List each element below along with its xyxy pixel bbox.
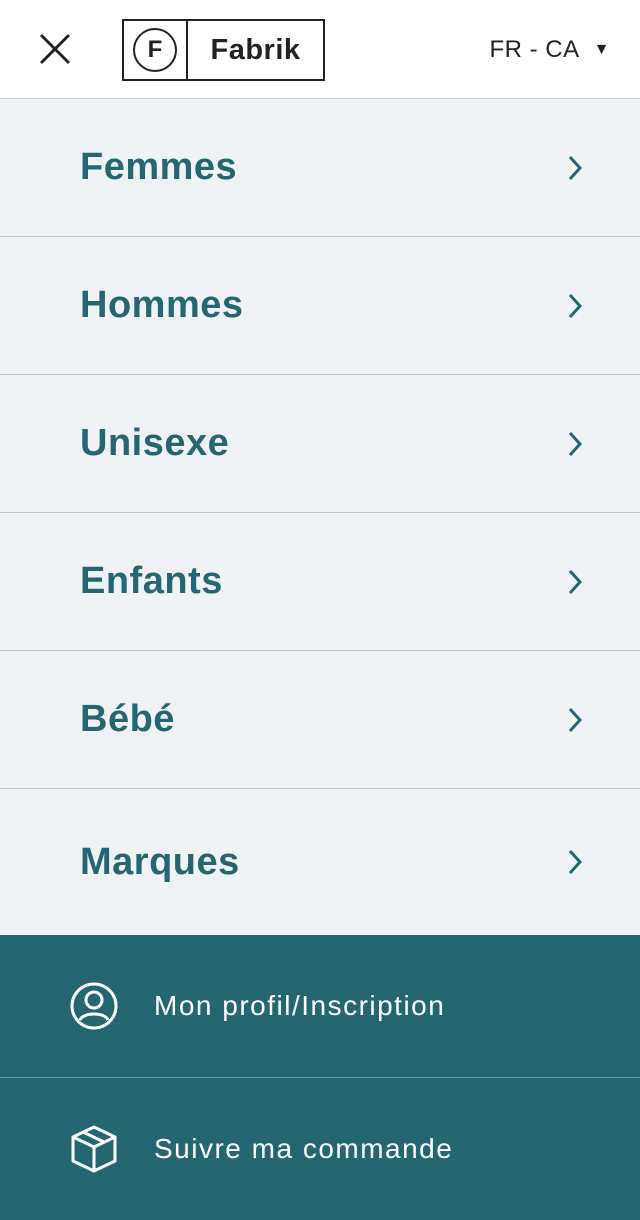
chevron-right-icon <box>568 293 583 318</box>
menu-item-label: Marques <box>80 840 240 883</box>
category-menu: Femmes Hommes Unisexe Enfants Bébé Marqu… <box>0 99 640 935</box>
menu-item-label: Unisexe <box>80 422 230 464</box>
menu-item-unisexe[interactable]: Unisexe <box>0 375 640 513</box>
chevron-right-icon <box>568 431 583 456</box>
menu-item-label: Bébé <box>80 698 175 740</box>
caret-down-icon: ▼ <box>593 41 610 58</box>
header: F Fabrik FR - CA ▼ <box>0 0 640 99</box>
logo-letter: F <box>133 28 177 72</box>
chevron-right-icon <box>568 569 583 594</box>
menu-item-label: Hommes <box>80 284 244 326</box>
menu-item-label: Femmes <box>80 146 238 188</box>
menu-item-bebe[interactable]: Bébé <box>0 651 640 789</box>
package-icon <box>68 1123 120 1175</box>
chevron-right-icon <box>568 849 583 875</box>
chevron-right-icon <box>568 707 583 732</box>
close-button[interactable] <box>30 26 80 72</box>
menu-item-marques[interactable]: Marques <box>0 789 640 935</box>
profile-label: Mon profil/Inscription <box>154 990 446 1021</box>
close-icon <box>39 33 71 65</box>
chevron-right-icon <box>568 155 583 180</box>
language-label: FR - CA <box>489 36 580 63</box>
logo-mark: F <box>124 21 188 79</box>
menu-item-enfants[interactable]: Enfants <box>0 513 640 651</box>
logo[interactable]: F Fabrik <box>122 19 325 81</box>
language-selector[interactable]: FR - CA ▼ <box>489 32 610 68</box>
track-order-label: Suivre ma commande <box>154 1133 454 1164</box>
menu-item-hommes[interactable]: Hommes <box>0 237 640 375</box>
track-order-link[interactable]: Suivre ma commande <box>0 1077 640 1220</box>
account-footer: Mon profil/Inscription Suivre ma command… <box>0 935 640 1220</box>
profile-link[interactable]: Mon profil/Inscription <box>0 935 640 1077</box>
user-icon <box>68 980 120 1032</box>
logo-wordmark: Fabrik <box>210 33 301 66</box>
menu-item-label: Enfants <box>80 560 223 602</box>
menu-item-femmes[interactable]: Femmes <box>0 99 640 237</box>
